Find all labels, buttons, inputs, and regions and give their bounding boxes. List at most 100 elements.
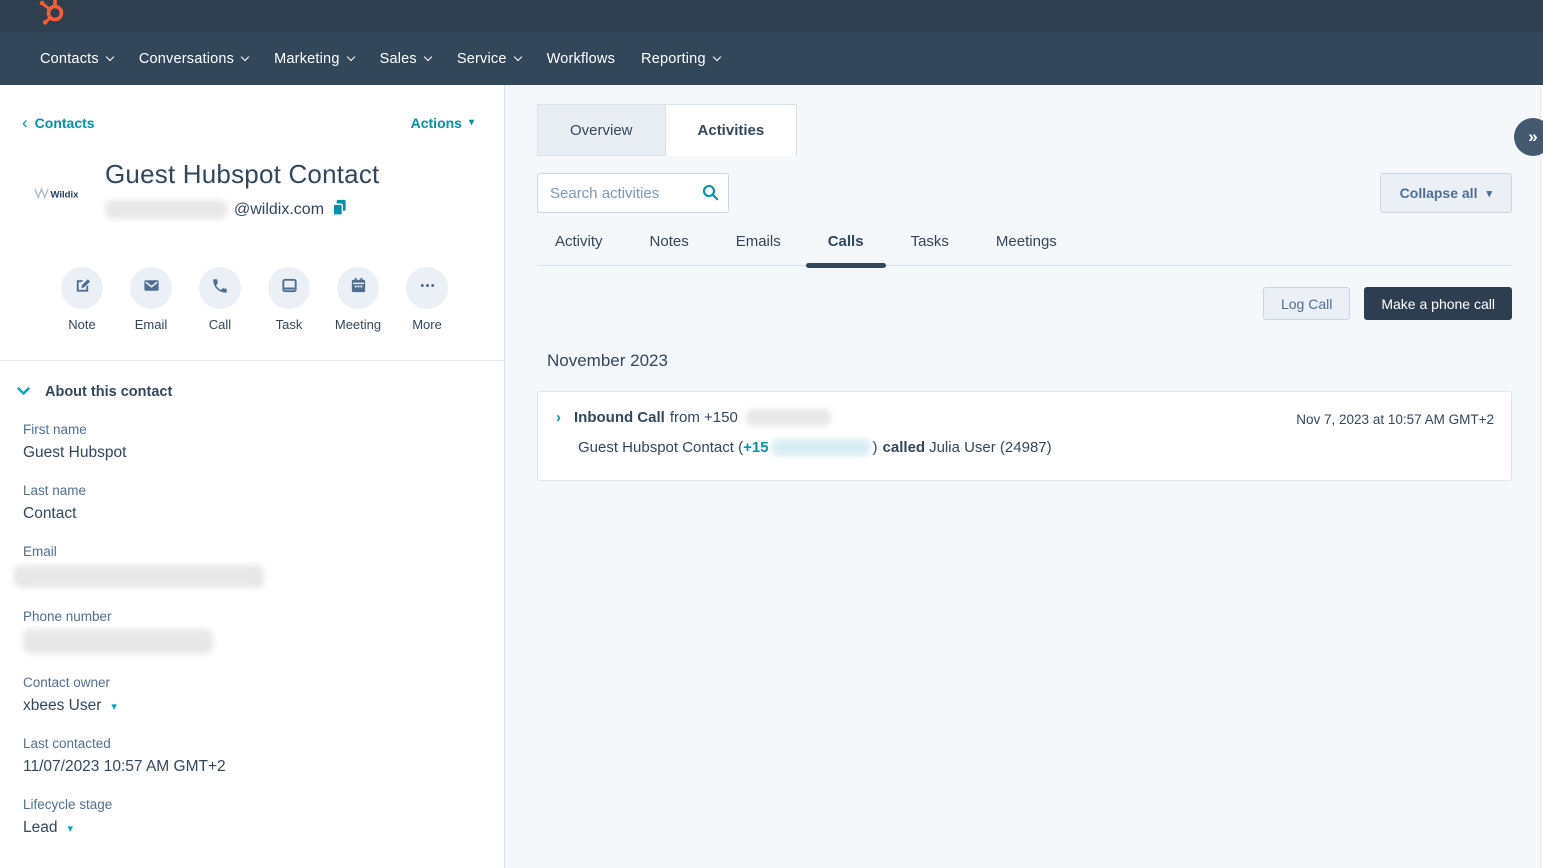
collapse-all-label: Collapse all [1400,185,1478,201]
call-event-card: › Inbound Call from +150 Nov 7, 2023 at … [537,391,1512,481]
about-this-contact-section: About this contact First name Guest Hubs… [0,361,504,837]
event-detail-prefix: Guest Hubspot Contact ( [578,439,743,456]
contact-owner-value[interactable]: xbees User [23,697,101,715]
log-call-button[interactable]: Log Call [1263,287,1350,320]
contact-email-domain: @wildix.com [234,201,324,219]
hubspot-logo-icon[interactable] [38,0,68,30]
filter-tab-calls[interactable]: Calls [828,233,864,265]
activity-main-panel: » Overview Activities Collapse all ▾ Act… [505,85,1543,868]
activity-filter-tabs: Activity Notes Emails Calls Tasks Meetin… [537,233,1512,266]
active-tab-indicator [806,263,886,268]
back-to-contacts-link[interactable]: ‹ Contacts [22,115,95,131]
redacted-phone-value [23,629,213,654]
filter-tab-label: Calls [828,233,864,250]
chevron-down-icon [712,52,720,60]
top-bar [0,0,1543,32]
nav-item-marketing[interactable]: Marketing [274,51,353,67]
nav-item-label: Contacts [40,51,99,67]
caret-down-icon[interactable]: ▾ [67,822,73,835]
event-callee: Julia User (24987) [929,439,1052,456]
field-label: Phone number [23,609,480,624]
field-contact-owner: Contact owner xbees User ▾ [17,675,480,715]
log-call-label: Log Call [1281,296,1332,312]
filter-tab-activity[interactable]: Activity [555,233,603,265]
event-timestamp: Nov 7, 2023 at 10:57 AM GMT+2 [1296,412,1494,427]
call-button[interactable]: Call [197,267,243,332]
email-button[interactable]: Email [128,267,174,332]
event-from-text: from +150 [670,409,738,426]
field-last-contacted: Last contacted 11/07/2023 10:57 AM GMT+2 [17,736,480,776]
note-label: Note [68,317,95,332]
nav-item-label: Conversations [139,51,234,67]
email-label: Email [135,317,168,332]
task-icon [280,276,299,300]
timeline-month-header: November 2023 [547,351,1543,371]
field-label: Lifecycle stage [23,797,480,812]
nav-item-contacts[interactable]: Contacts [40,51,113,67]
lifecycle-stage-value[interactable]: Lead [23,819,57,837]
double-chevron-right-icon: » [1528,127,1537,147]
task-label: Task [276,317,303,332]
filter-tab-tasks[interactable]: Tasks [911,233,949,265]
search-icon[interactable] [701,183,720,207]
nav-item-conversations[interactable]: Conversations [139,51,248,67]
filter-tab-label: Emails [736,233,781,250]
contact-sidebar: ‹ Contacts Actions ▾ Wildix Guest Hubspo… [0,85,505,868]
caret-down-icon: ▾ [1486,187,1492,200]
nav-item-workflows[interactable]: Workflows [547,51,615,67]
email-icon [142,276,161,300]
filter-tab-label: Activity [555,233,603,250]
about-section-title: About this contact [45,384,172,400]
redacted-email-local-part [105,200,227,219]
actions-label: Actions [411,115,462,131]
field-first-name: First name Guest Hubspot [17,422,480,462]
avatar: Wildix [33,159,81,221]
filter-tab-emails[interactable]: Emails [736,233,781,265]
collapse-all-button[interactable]: Collapse all ▾ [1380,173,1512,213]
nav-item-label: Marketing [274,51,339,67]
main-tabs: Overview Activities [505,85,1543,156]
wildix-mark-icon [35,189,48,198]
tab-overview[interactable]: Overview [537,104,666,156]
quick-actions-row: Note Email Call Task [0,221,504,332]
field-label: Email [23,544,480,559]
more-button[interactable]: More [404,267,450,332]
caret-down-icon[interactable]: ▾ [111,700,117,713]
tab-activities[interactable]: Activities [666,104,798,156]
tab-label: Overview [570,122,633,139]
field-phone-number: Phone number [17,609,480,654]
field-label: Contact owner [23,675,480,690]
event-called-word: called [883,439,926,456]
redacted-caller-number [746,409,831,426]
event-title[interactable]: Inbound Call [574,409,665,426]
last-contacted-value: 11/07/2023 10:57 AM GMT+2 [23,758,480,776]
actions-dropdown-button[interactable]: Actions ▾ [411,115,474,131]
field-value[interactable]: Contact [23,505,480,523]
filter-tab-label: Meetings [996,233,1057,250]
expand-event-chevron-icon[interactable]: › [556,409,561,426]
make-phone-call-button[interactable]: Make a phone call [1364,287,1512,320]
meeting-button[interactable]: Meeting [335,267,381,332]
note-icon [73,276,92,300]
chevron-down-icon [17,383,30,401]
more-ellipsis-icon [418,276,437,300]
more-label: More [412,317,442,332]
nav-item-service[interactable]: Service [457,51,521,67]
field-value[interactable]: Guest Hubspot [23,444,480,462]
note-button[interactable]: Note [59,267,105,332]
field-label: First name [23,422,480,437]
chevron-down-icon [346,52,354,60]
nav-item-reporting[interactable]: Reporting [641,51,720,67]
task-button[interactable]: Task [266,267,312,332]
chevron-down-icon [513,52,521,60]
field-label: Last contacted [23,736,480,751]
tab-label: Activities [698,122,765,139]
filter-tab-notes[interactable]: Notes [650,233,689,265]
about-section-toggle[interactable]: About this contact [17,383,480,401]
caret-down-icon: ▾ [469,118,474,128]
copy-icon[interactable] [331,198,348,221]
make-phone-call-label: Make a phone call [1381,296,1495,312]
nav-item-sales[interactable]: Sales [380,51,431,67]
filter-tab-meetings[interactable]: Meetings [996,233,1057,265]
event-phone-link[interactable]: +15 [743,439,768,456]
